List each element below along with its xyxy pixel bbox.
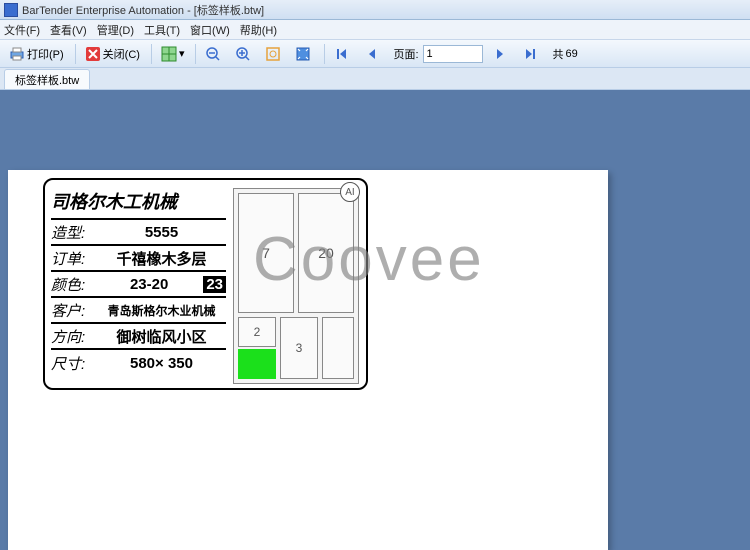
zoom-fit-button[interactable] [260, 43, 288, 65]
row-customer: 客户: 青岛斯格尔木业机械 [51, 298, 226, 324]
window-title: BarTender Enterprise Automation - [标签样板.… [22, 2, 264, 18]
panel-1: 7 [238, 193, 294, 313]
size-value: 580× 350 [97, 355, 226, 372]
row-color: 颜色: 23-20 23 [51, 272, 226, 298]
close-button[interactable]: 关闭(C) [80, 43, 145, 65]
title-bar: BarTender Enterprise Automation - [标签样板.… [0, 0, 750, 20]
row-size: 尺寸: 580× 350 [51, 350, 226, 376]
printer-icon [9, 46, 25, 62]
menu-help[interactable]: 帮助(H) [240, 22, 277, 38]
panel-5 [322, 317, 354, 379]
panel-highlight [238, 349, 276, 379]
order-key: 订单: [51, 248, 97, 269]
menu-admin[interactable]: 管理(D) [97, 22, 134, 38]
prev-page-button[interactable] [359, 43, 387, 65]
direction-value: 御树临风小区 [97, 326, 226, 347]
label-fields: 司格尔木工机械 造型: 5555 订单: 千禧橡木多层 颜色: 23-20 23… [51, 186, 226, 376]
grid-icon [161, 46, 177, 62]
panel-3: 2 [238, 317, 276, 347]
page-canvas: 司格尔木工机械 造型: 5555 订单: 千禧橡木多层 颜色: 23-20 23… [8, 170, 608, 550]
panel-4: 3 [280, 317, 318, 379]
next-page-button[interactable] [487, 43, 515, 65]
print-label: 打印(P) [27, 46, 64, 62]
menu-window[interactable]: 窗口(W) [190, 22, 230, 38]
tab-bar: 标签样板.btw [0, 68, 750, 90]
page-input[interactable] [423, 45, 483, 63]
menu-view[interactable]: 查看(V) [50, 22, 87, 38]
last-icon [522, 46, 538, 62]
fullscreen-button[interactable] [290, 43, 318, 65]
style-key: 造型: [51, 222, 97, 243]
zoom-in-icon [235, 46, 251, 62]
customer-value: 青岛斯格尔木业机械 [97, 302, 226, 319]
separator [195, 44, 196, 64]
size-key: 尺寸: [51, 353, 97, 374]
first-page-button[interactable] [329, 43, 357, 65]
tab-label: 标签样板.btw [15, 72, 79, 88]
zoom-out-button[interactable] [200, 43, 228, 65]
row-order: 订单: 千禧橡木多层 [51, 246, 226, 272]
close-icon [85, 46, 101, 62]
workspace: 司格尔木工机械 造型: 5555 订单: 千禧橡木多层 颜色: 23-20 23… [0, 90, 750, 514]
label-card: 司格尔木工机械 造型: 5555 订单: 千禧橡木多层 颜色: 23-20 23… [43, 178, 368, 390]
door-diagram: 7 20 2 3 [233, 188, 359, 384]
direction-key: 方向: [51, 326, 97, 347]
menu-file[interactable]: 文件(F) [4, 22, 40, 38]
ai-badge: AI [340, 182, 360, 202]
last-page-button[interactable] [517, 43, 545, 65]
separator [324, 44, 325, 64]
fullscreen-icon [295, 46, 311, 62]
zoom-fit-icon [265, 46, 281, 62]
order-value: 千禧橡木多层 [97, 248, 226, 269]
color-key: 颜色: [51, 274, 97, 295]
row-style: 造型: 5555 [51, 220, 226, 246]
print-button[interactable]: 打印(P) [4, 43, 69, 65]
separator [75, 44, 76, 64]
label-title: 司格尔木工机械 [51, 186, 226, 220]
app-icon [4, 3, 18, 17]
color-value: 23-20 [97, 276, 201, 293]
page-label: 页面: [393, 46, 418, 62]
dropdown-icon: ▾ [179, 47, 185, 60]
menu-tools[interactable]: 工具(T) [144, 22, 180, 38]
toolbar: 打印(P) 关闭(C) ▾ 页面: 共 69 [0, 40, 750, 68]
row-direction: 方向: 御树临风小区 [51, 324, 226, 350]
document-tab[interactable]: 标签样板.btw [4, 69, 90, 89]
total-value: 69 [566, 48, 578, 60]
zoom-in-button[interactable] [230, 43, 258, 65]
prev-icon [364, 46, 380, 62]
grid-button[interactable]: ▾ [156, 43, 190, 65]
next-icon [492, 46, 508, 62]
style-value: 5555 [97, 224, 226, 241]
total-prefix: 共 [553, 46, 564, 62]
close-label: 关闭(C) [103, 46, 140, 62]
customer-key: 客户: [51, 300, 97, 321]
color-badge: 23 [203, 276, 226, 293]
first-icon [334, 46, 350, 62]
zoom-out-icon [205, 46, 221, 62]
separator [151, 44, 152, 64]
menu-bar: 文件(F) 查看(V) 管理(D) 工具(T) 窗口(W) 帮助(H) [0, 20, 750, 40]
panel-2: 20 [298, 193, 354, 313]
